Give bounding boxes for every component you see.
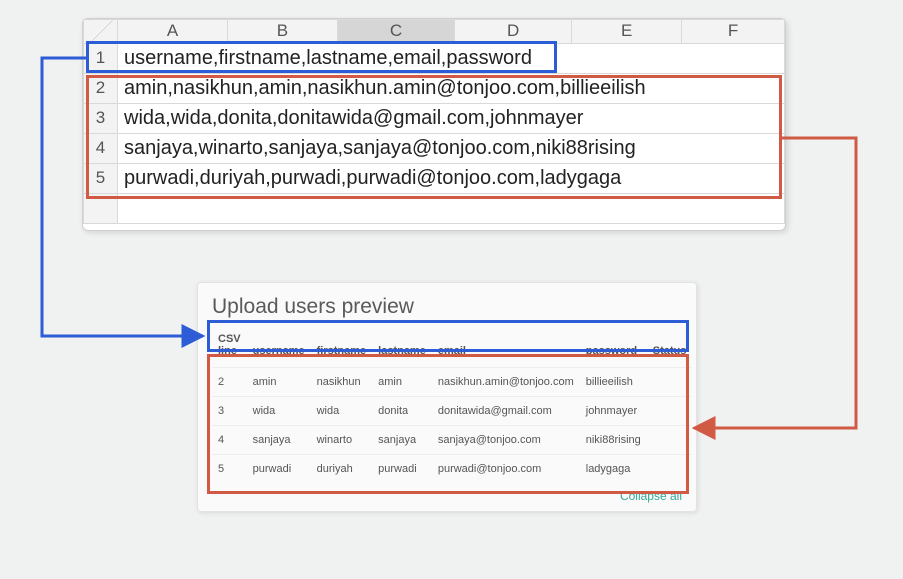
row-content[interactable]: username,firstname,lastname,email,passwo…	[118, 43, 785, 73]
upload-preview-panel: Upload users preview CSV line username f…	[197, 282, 697, 512]
preview-cell-line: 3	[212, 397, 247, 426]
row-number[interactable]: 5	[84, 163, 118, 193]
row-content[interactable]: wida,wida,donita,donitawida@gmail.com,jo…	[118, 103, 785, 133]
preview-cell-firstname: winarto	[311, 426, 373, 455]
preview-cell-line: 4	[212, 426, 247, 455]
collapse-all-link[interactable]: Collapse all	[212, 489, 682, 503]
spreadsheet-panel: A B C D E F 1username,firstname,lastname…	[82, 18, 786, 231]
preview-cell-status	[647, 426, 693, 455]
th-status: Status	[647, 329, 693, 368]
preview-cell-email: purwadi@tonjoo.com	[432, 455, 580, 484]
preview-row: 4sanjayawinartosanjayasanjaya@tonjoo.com…	[212, 426, 692, 455]
preview-cell-username: purwadi	[247, 455, 311, 484]
preview-cell-firstname: wida	[311, 397, 373, 426]
preview-table: CSV line username firstname lastname ema…	[212, 329, 692, 483]
th-username: username	[247, 329, 311, 368]
th-lastname: lastname	[372, 329, 432, 368]
preview-cell-password: niki88rising	[580, 426, 647, 455]
preview-cell-status	[647, 397, 693, 426]
preview-row: 3widawidadonitadonitawida@gmail.comjohnm…	[212, 397, 692, 426]
preview-cell-email: donitawida@gmail.com	[432, 397, 580, 426]
preview-cell-username: amin	[247, 368, 311, 397]
row-number[interactable]: 2	[84, 73, 118, 103]
preview-cell-email: nasikhun.amin@tonjoo.com	[432, 368, 580, 397]
row-number-cut	[84, 193, 118, 223]
preview-cell-lastname: sanjaya	[372, 426, 432, 455]
col-header[interactable]: F	[682, 20, 785, 44]
th-firstname: firstname	[311, 329, 373, 368]
spreadsheet-row: 3wida,wida,donita,donitawida@gmail.com,j…	[84, 103, 785, 133]
preview-cell-firstname: duriyah	[311, 455, 373, 484]
spreadsheet-row: 4sanjaya,winarto,sanjaya,sanjaya@tonjoo.…	[84, 133, 785, 163]
preview-row: 5purwadiduriyahpurwadipurwadi@tonjoo.com…	[212, 455, 692, 484]
spreadsheet-grid: A B C D E F 1username,firstname,lastname…	[83, 19, 785, 224]
preview-cell-password: johnmayer	[580, 397, 647, 426]
col-header[interactable]: A	[118, 20, 228, 44]
preview-cell-status	[647, 368, 693, 397]
spreadsheet-row: 1username,firstname,lastname,email,passw…	[84, 43, 785, 73]
row-content[interactable]: sanjaya,winarto,sanjaya,sanjaya@tonjoo.c…	[118, 133, 785, 163]
preview-cell-firstname: nasikhun	[311, 368, 373, 397]
row-number[interactable]: 4	[84, 133, 118, 163]
th-csv-line: CSV line	[212, 329, 247, 368]
preview-cell-line: 2	[212, 368, 247, 397]
th-password: password	[580, 329, 647, 368]
col-header[interactable]: E	[572, 20, 682, 44]
column-header-row: A B C D E F	[84, 20, 785, 44]
spreadsheet-row: 5purwadi,duriyah,purwadi,purwadi@tonjoo.…	[84, 163, 785, 193]
row-number[interactable]: 1	[84, 43, 118, 73]
select-all-corner[interactable]	[84, 20, 118, 44]
preview-cell-email: sanjaya@tonjoo.com	[432, 426, 580, 455]
col-header[interactable]: B	[227, 20, 337, 44]
preview-cell-lastname: donita	[372, 397, 432, 426]
preview-cell-lastname: amin	[372, 368, 432, 397]
preview-title: Upload users preview	[212, 295, 682, 319]
row-content[interactable]: amin,nasikhun,amin,nasikhun.amin@tonjoo.…	[118, 73, 785, 103]
preview-cell-status	[647, 455, 693, 484]
col-header-active[interactable]: C	[337, 20, 454, 44]
row-content-cut	[118, 193, 785, 223]
col-header[interactable]: D	[455, 20, 572, 44]
preview-cell-password: ladygaga	[580, 455, 647, 484]
row-content[interactable]: purwadi,duriyah,purwadi,purwadi@tonjoo.c…	[118, 163, 785, 193]
preview-cell-lastname: purwadi	[372, 455, 432, 484]
row-number[interactable]: 3	[84, 103, 118, 133]
spreadsheet-row: 2amin,nasikhun,amin,nasikhun.amin@tonjoo…	[84, 73, 785, 103]
preview-cell-username: wida	[247, 397, 311, 426]
preview-row: 2aminnasikhunaminnasikhun.amin@tonjoo.co…	[212, 368, 692, 397]
preview-header-row: CSV line username firstname lastname ema…	[212, 329, 692, 368]
preview-cell-username: sanjaya	[247, 426, 311, 455]
preview-cell-password: billieeilish	[580, 368, 647, 397]
preview-cell-line: 5	[212, 455, 247, 484]
th-email: email	[432, 329, 580, 368]
